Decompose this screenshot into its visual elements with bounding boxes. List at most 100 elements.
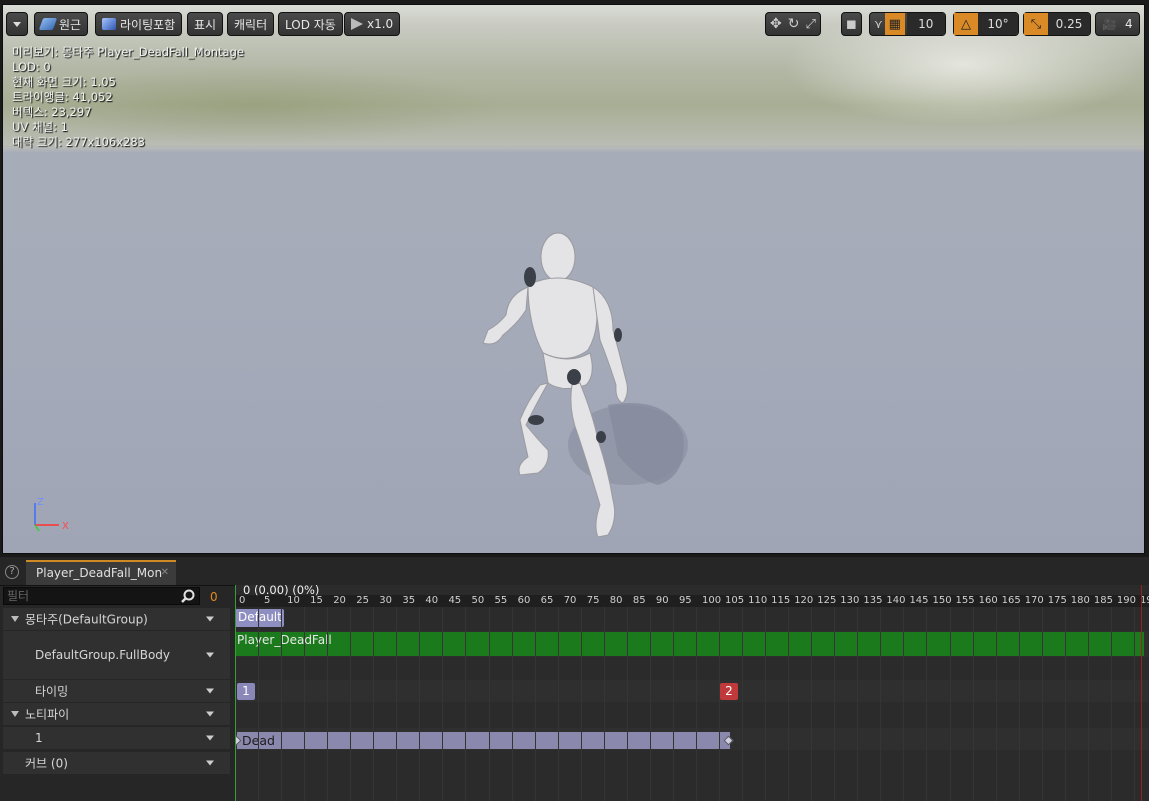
search-icon[interactable] bbox=[181, 589, 196, 604]
grid-line bbox=[626, 607, 628, 801]
grid-line bbox=[350, 607, 352, 801]
scale-snap-value[interactable]: 0.25 bbox=[1048, 13, 1090, 35]
filter-input[interactable]: 필터 bbox=[3, 587, 200, 605]
grid-line bbox=[258, 607, 259, 801]
grid-line bbox=[695, 607, 697, 801]
track-notify-1[interactable]: 1 bbox=[3, 727, 230, 749]
grid-line bbox=[972, 607, 974, 801]
lighting-button[interactable]: 라이팅포함 bbox=[95, 12, 183, 36]
tick-label: 185 bbox=[1093, 595, 1113, 606]
grid-snap-value[interactable]: 10 bbox=[906, 13, 945, 35]
grid-line bbox=[419, 607, 421, 801]
rotation-snap-toggle[interactable]: △ bbox=[954, 13, 978, 35]
montage-tab[interactable]: Player_DeadFall_Mon ✕ bbox=[26, 560, 176, 585]
character-button[interactable]: 캐릭터 bbox=[227, 12, 275, 36]
tick-label: 190 bbox=[1116, 595, 1136, 606]
filter-count: 0 bbox=[210, 590, 218, 604]
character-joint bbox=[567, 369, 581, 385]
slot-section[interactable]: Default bbox=[235, 609, 284, 627]
playback-speed-button[interactable]: x1.0 bbox=[344, 12, 401, 36]
show-button[interactable]: 표시 bbox=[187, 12, 224, 36]
tick-label: 50 bbox=[471, 595, 485, 606]
character-model[interactable] bbox=[468, 225, 708, 545]
timing-marker[interactable]: 2 bbox=[720, 683, 738, 700]
track-curves[interactable]: 커브 (0) bbox=[3, 752, 230, 774]
perspective-button[interactable]: 원근 bbox=[34, 12, 89, 36]
tick-label: 110 bbox=[748, 595, 768, 606]
lod-button[interactable]: LOD 자동 bbox=[278, 12, 343, 36]
tick-label: 90 bbox=[655, 595, 669, 606]
transform-tools-group: ✥ ↻ ⤢ bbox=[765, 12, 821, 36]
close-icon[interactable]: ✕ bbox=[161, 567, 169, 578]
tick-label: 95 bbox=[678, 595, 692, 606]
rotation-snap-button[interactable]: △ 10° bbox=[953, 12, 1019, 36]
track-label: 1 bbox=[35, 731, 43, 745]
grid-line bbox=[327, 607, 329, 801]
track-label: 타이밍 bbox=[35, 684, 69, 699]
cube-icon: ◼ bbox=[846, 16, 857, 32]
grid-line bbox=[742, 607, 744, 801]
scrub-line[interactable] bbox=[235, 585, 236, 801]
rotation-snap-value[interactable]: 10° bbox=[978, 13, 1018, 35]
tick-label: 25 bbox=[356, 595, 369, 606]
tick-label: 40 bbox=[425, 595, 439, 606]
tick-label: 160 bbox=[978, 595, 998, 606]
surface-snap-button[interactable]: ⋎ ▦ 10 bbox=[869, 12, 946, 36]
grid-line bbox=[903, 607, 905, 801]
timing-marker[interactable]: 1 bbox=[237, 683, 255, 700]
track-montage-group[interactable]: 몽타주(DefaultGroup) bbox=[3, 608, 230, 630]
chevron-down-icon[interactable] bbox=[206, 711, 214, 717]
camera-icon: 🎥 bbox=[1102, 17, 1117, 31]
row-band bbox=[235, 680, 1149, 702]
axis-gizmo: Z X bbox=[34, 497, 69, 532]
chevron-down-icon[interactable] bbox=[206, 616, 214, 622]
scale-snap-toggle[interactable]: ⤡ bbox=[1024, 13, 1048, 35]
collapse-arrow-icon[interactable] bbox=[11, 616, 19, 622]
notify-state[interactable]: Dead bbox=[237, 732, 730, 749]
grid-line bbox=[534, 607, 536, 801]
scale-icon[interactable]: ⤢ bbox=[805, 17, 815, 32]
track-notifies[interactable]: 노티파이 bbox=[3, 703, 230, 725]
translate-icon[interactable]: ✥ bbox=[770, 16, 782, 32]
lighting-label: 라이팅포함 bbox=[120, 17, 176, 32]
camera-speed-button[interactable]: 🎥 4 bbox=[1095, 12, 1140, 36]
collapse-arrow-icon[interactable] bbox=[11, 711, 19, 717]
tick-label: 165 bbox=[1001, 595, 1021, 606]
timeline[interactable]: 0 5 10 15 20 25 30 35 40 45 50 55 60 65 70 75 80 85 90 95 10… bbox=[235, 585, 1149, 801]
chevron-down-icon[interactable] bbox=[206, 735, 214, 741]
rotate-icon[interactable]: ↻ bbox=[788, 16, 800, 32]
x-axis-label: X bbox=[62, 521, 69, 532]
character-joint bbox=[614, 328, 622, 342]
character-left-leg bbox=[518, 382, 549, 476]
surface-snap-icon: ⋎ bbox=[874, 17, 883, 31]
tick-label: 75 bbox=[586, 595, 600, 606]
scale-snap-button[interactable]: ⤡ 0.25 bbox=[1023, 12, 1091, 36]
perspective-label: 원근 bbox=[59, 17, 82, 32]
track-label: 커브 (0) bbox=[25, 756, 68, 771]
character-right-arm bbox=[592, 285, 628, 404]
viewport-options-button[interactable] bbox=[6, 12, 28, 36]
grid-line bbox=[396, 607, 398, 801]
stat-uv: UV 채널: 1 bbox=[12, 120, 68, 134]
lit-cube-icon bbox=[102, 18, 116, 30]
anim-segment[interactable]: Player_DeadFall bbox=[235, 632, 1144, 656]
chevron-down-icon[interactable] bbox=[206, 688, 214, 694]
chevron-down-icon[interactable] bbox=[206, 652, 214, 658]
tick-label: 130 bbox=[840, 595, 860, 606]
character-joint bbox=[528, 415, 544, 425]
chevron-down-icon[interactable] bbox=[206, 760, 214, 766]
tick-label: 135 bbox=[863, 595, 883, 606]
help-icon[interactable]: ? bbox=[5, 565, 19, 579]
grid-line bbox=[834, 607, 836, 801]
time-ruler[interactable]: 0 5 10 15 20 25 30 35 40 45 50 55 60 65 70 75 80 85 90 95 10… bbox=[235, 595, 1149, 607]
camera-speed-value: 4 bbox=[1124, 17, 1133, 31]
track-timing[interactable]: 타이밍 bbox=[3, 680, 230, 702]
grid-snap-toggle[interactable]: ▦ bbox=[884, 13, 905, 35]
perspective-icon bbox=[38, 18, 58, 30]
viewport[interactable]: 원근 라이팅포함 표시 캐릭터 LOD 자동 x1.0 ✥ ↻ ⤢ ◼ ⋎ ▦ … bbox=[2, 4, 1145, 554]
track-slot[interactable]: DefaultGroup.FullBody bbox=[3, 631, 230, 679]
tick-label: 120 bbox=[794, 595, 814, 606]
tick-label: 125 bbox=[817, 595, 837, 606]
world-local-toggle[interactable]: ◼ bbox=[841, 12, 862, 36]
grid-line bbox=[880, 607, 882, 801]
